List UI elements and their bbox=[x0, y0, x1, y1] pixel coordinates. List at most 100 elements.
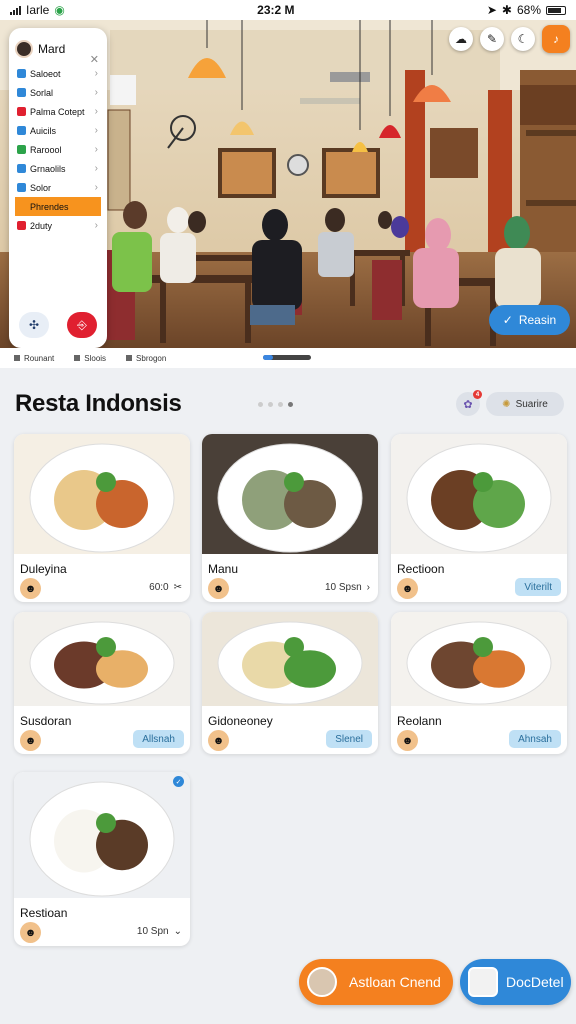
chevron-right-icon: › bbox=[94, 182, 98, 193]
menu-item[interactable]: Saloeot › bbox=[15, 64, 101, 83]
menu-item[interactable]: Raroool › bbox=[15, 140, 101, 159]
menu-list: Saloeot › Sorlal › Palma Cotept › Auicils › Raro… bbox=[15, 64, 101, 235]
music-icon: ♪ bbox=[553, 32, 559, 46]
menu-header[interactable]: Mard bbox=[15, 34, 101, 64]
menu-item[interactable]: Phrendes bbox=[15, 197, 101, 216]
dish-name: Restioan bbox=[20, 906, 68, 920]
dish-card[interactable]: Rectioon ☻ Viterilt bbox=[391, 434, 567, 602]
secondary-action-button[interactable]: DocDetel bbox=[460, 959, 571, 1005]
dish-name: Susdoran bbox=[20, 714, 72, 728]
chef-icon: ☻ bbox=[20, 730, 41, 751]
chef-avatar bbox=[307, 967, 337, 997]
menu-item-icon bbox=[17, 126, 26, 135]
dish-card[interactable]: Susdoran ☻ Allsnah bbox=[14, 612, 190, 754]
dish-name: Manu bbox=[208, 562, 239, 576]
menu-item-label: Phrendes bbox=[30, 201, 69, 212]
dish-card[interactable]: Reolann ☻ Ahnsah bbox=[391, 612, 567, 754]
strip-tab[interactable]: Sloois bbox=[74, 354, 106, 363]
battery-icon bbox=[546, 5, 566, 15]
dish-card[interactable]: ✓ Restioan ☻ 10 Spn ⌄ bbox=[14, 772, 190, 946]
menu-item-icon bbox=[17, 107, 26, 116]
exit-icon: ⎆ bbox=[77, 317, 87, 332]
music-button[interactable]: ♪ bbox=[542, 25, 570, 53]
menu-item[interactable]: Auicils › bbox=[15, 121, 101, 140]
settings-button[interactable]: ✣ bbox=[19, 312, 49, 338]
strip-tab-label: Sloois bbox=[84, 353, 107, 363]
side-menu: Mard ✕ Saloeot › Sorlal › Palma Cotept › Auici… bbox=[9, 28, 107, 348]
moon-icon: ☾ bbox=[517, 32, 529, 46]
reserve-button[interactable]: ✓ Reasin bbox=[489, 305, 570, 335]
dish-meta[interactable]: 10 Spn ⌄ bbox=[137, 926, 182, 937]
dish-meta[interactable]: 10 Spsn › bbox=[325, 582, 370, 593]
page-title: Resta Indonsis bbox=[15, 390, 182, 417]
menu-item-icon bbox=[17, 202, 26, 211]
chef-icon: ☻ bbox=[20, 922, 41, 943]
dish-card[interactable]: Gidoneoney ☻ Slenel bbox=[202, 612, 378, 754]
cloud-icon: ☁ bbox=[455, 32, 467, 46]
dish-card[interactable]: Manu ☻ 10 Spsn › bbox=[202, 434, 378, 602]
share-button[interactable]: ☁ bbox=[449, 27, 473, 51]
strip-tab-label: Rounant bbox=[24, 353, 55, 363]
dish-meta[interactable]: 60:0 ✂ bbox=[149, 582, 182, 593]
dish-tag-button[interactable]: Ahnsah bbox=[509, 730, 561, 748]
dish-tag-button[interactable]: Viterilt bbox=[515, 578, 561, 596]
verified-icon: ✓ bbox=[173, 776, 184, 787]
dish-meta-text: 10 Spn bbox=[136, 926, 169, 937]
menu-item-icon bbox=[17, 145, 26, 154]
dish-card[interactable]: Duleyina ☻ 60:0 ✂ bbox=[14, 434, 190, 602]
menu-item[interactable]: Palma Cotept › bbox=[15, 102, 101, 121]
chef-icon: ☻ bbox=[20, 578, 41, 599]
dish-photo bbox=[14, 434, 190, 554]
dish-meta-text: 10 Spsn bbox=[324, 582, 362, 593]
dish-name: Duleyina bbox=[20, 562, 67, 576]
dish-photo bbox=[391, 434, 567, 554]
location-icon: ➤ bbox=[486, 3, 497, 17]
chevron-right-icon: › bbox=[94, 68, 98, 79]
menu-item-label: Auicils bbox=[30, 125, 57, 136]
profile-avatar bbox=[468, 967, 498, 997]
chef-icon: ☻ bbox=[397, 578, 418, 599]
dish-name: Gidoneoney bbox=[208, 714, 273, 728]
wifi-icon: ◉ bbox=[54, 3, 65, 17]
page-scroll-indicator[interactable] bbox=[263, 355, 311, 360]
dish-photo bbox=[14, 772, 190, 898]
menu-item[interactable]: 2duty › bbox=[15, 216, 101, 235]
dish-photo bbox=[202, 434, 378, 554]
reserve-label: Reasin bbox=[518, 313, 557, 327]
menu-item-label: Grnaolils bbox=[30, 163, 66, 174]
sort-button[interactable]: ✺ Suarire bbox=[486, 392, 564, 416]
menu-item-label: Saloeot bbox=[30, 68, 61, 79]
theme-button[interactable]: ☾ bbox=[511, 27, 535, 51]
dish-tag-button[interactable]: Allsnah bbox=[133, 730, 184, 748]
menu-item-label: Solor bbox=[30, 182, 52, 193]
edit-button[interactable]: ✎ bbox=[480, 27, 504, 51]
strip-tab[interactable]: Rounant bbox=[14, 354, 54, 363]
dish-meta-text: 60:0 bbox=[149, 582, 169, 593]
chevron-right-icon: › bbox=[94, 125, 98, 136]
filter-button[interactable]: ✿ 4 bbox=[456, 390, 482, 416]
dish-name: Reolann bbox=[397, 714, 442, 728]
menu-item-label: Palma Cotept bbox=[30, 106, 85, 117]
strip-tab[interactable]: Sbrogon bbox=[126, 354, 166, 363]
chevron-right-icon: › bbox=[94, 163, 98, 174]
chef-icon: ☻ bbox=[208, 578, 229, 599]
menu-item[interactable]: Sorlal › bbox=[15, 83, 101, 102]
filter-icon: ✿ bbox=[463, 398, 473, 411]
menu-item-label: 2duty bbox=[30, 220, 53, 231]
secondary-action-label: DocDetel bbox=[506, 974, 564, 990]
pagination-dots[interactable] bbox=[258, 402, 293, 407]
primary-action-button[interactable]: Astloan Cnend bbox=[299, 959, 453, 1005]
check-icon: ✓ bbox=[502, 313, 513, 327]
logout-button[interactable]: ⎆ bbox=[67, 312, 97, 338]
chevron-right-icon: › bbox=[94, 87, 98, 98]
menu-item-label: Sorlal bbox=[30, 87, 54, 98]
menu-item-icon bbox=[17, 221, 26, 230]
user-name: Mard bbox=[38, 42, 66, 56]
clock: 23:2 M bbox=[257, 3, 295, 17]
menu-item[interactable]: Solor › bbox=[15, 178, 101, 197]
sort-label: Suarire bbox=[515, 398, 548, 410]
dish-tag-button[interactable]: Slenel bbox=[326, 730, 372, 748]
menu-item-icon bbox=[17, 69, 26, 78]
menu-item[interactable]: Grnaolils › bbox=[15, 159, 101, 178]
signal-icon bbox=[10, 5, 21, 15]
